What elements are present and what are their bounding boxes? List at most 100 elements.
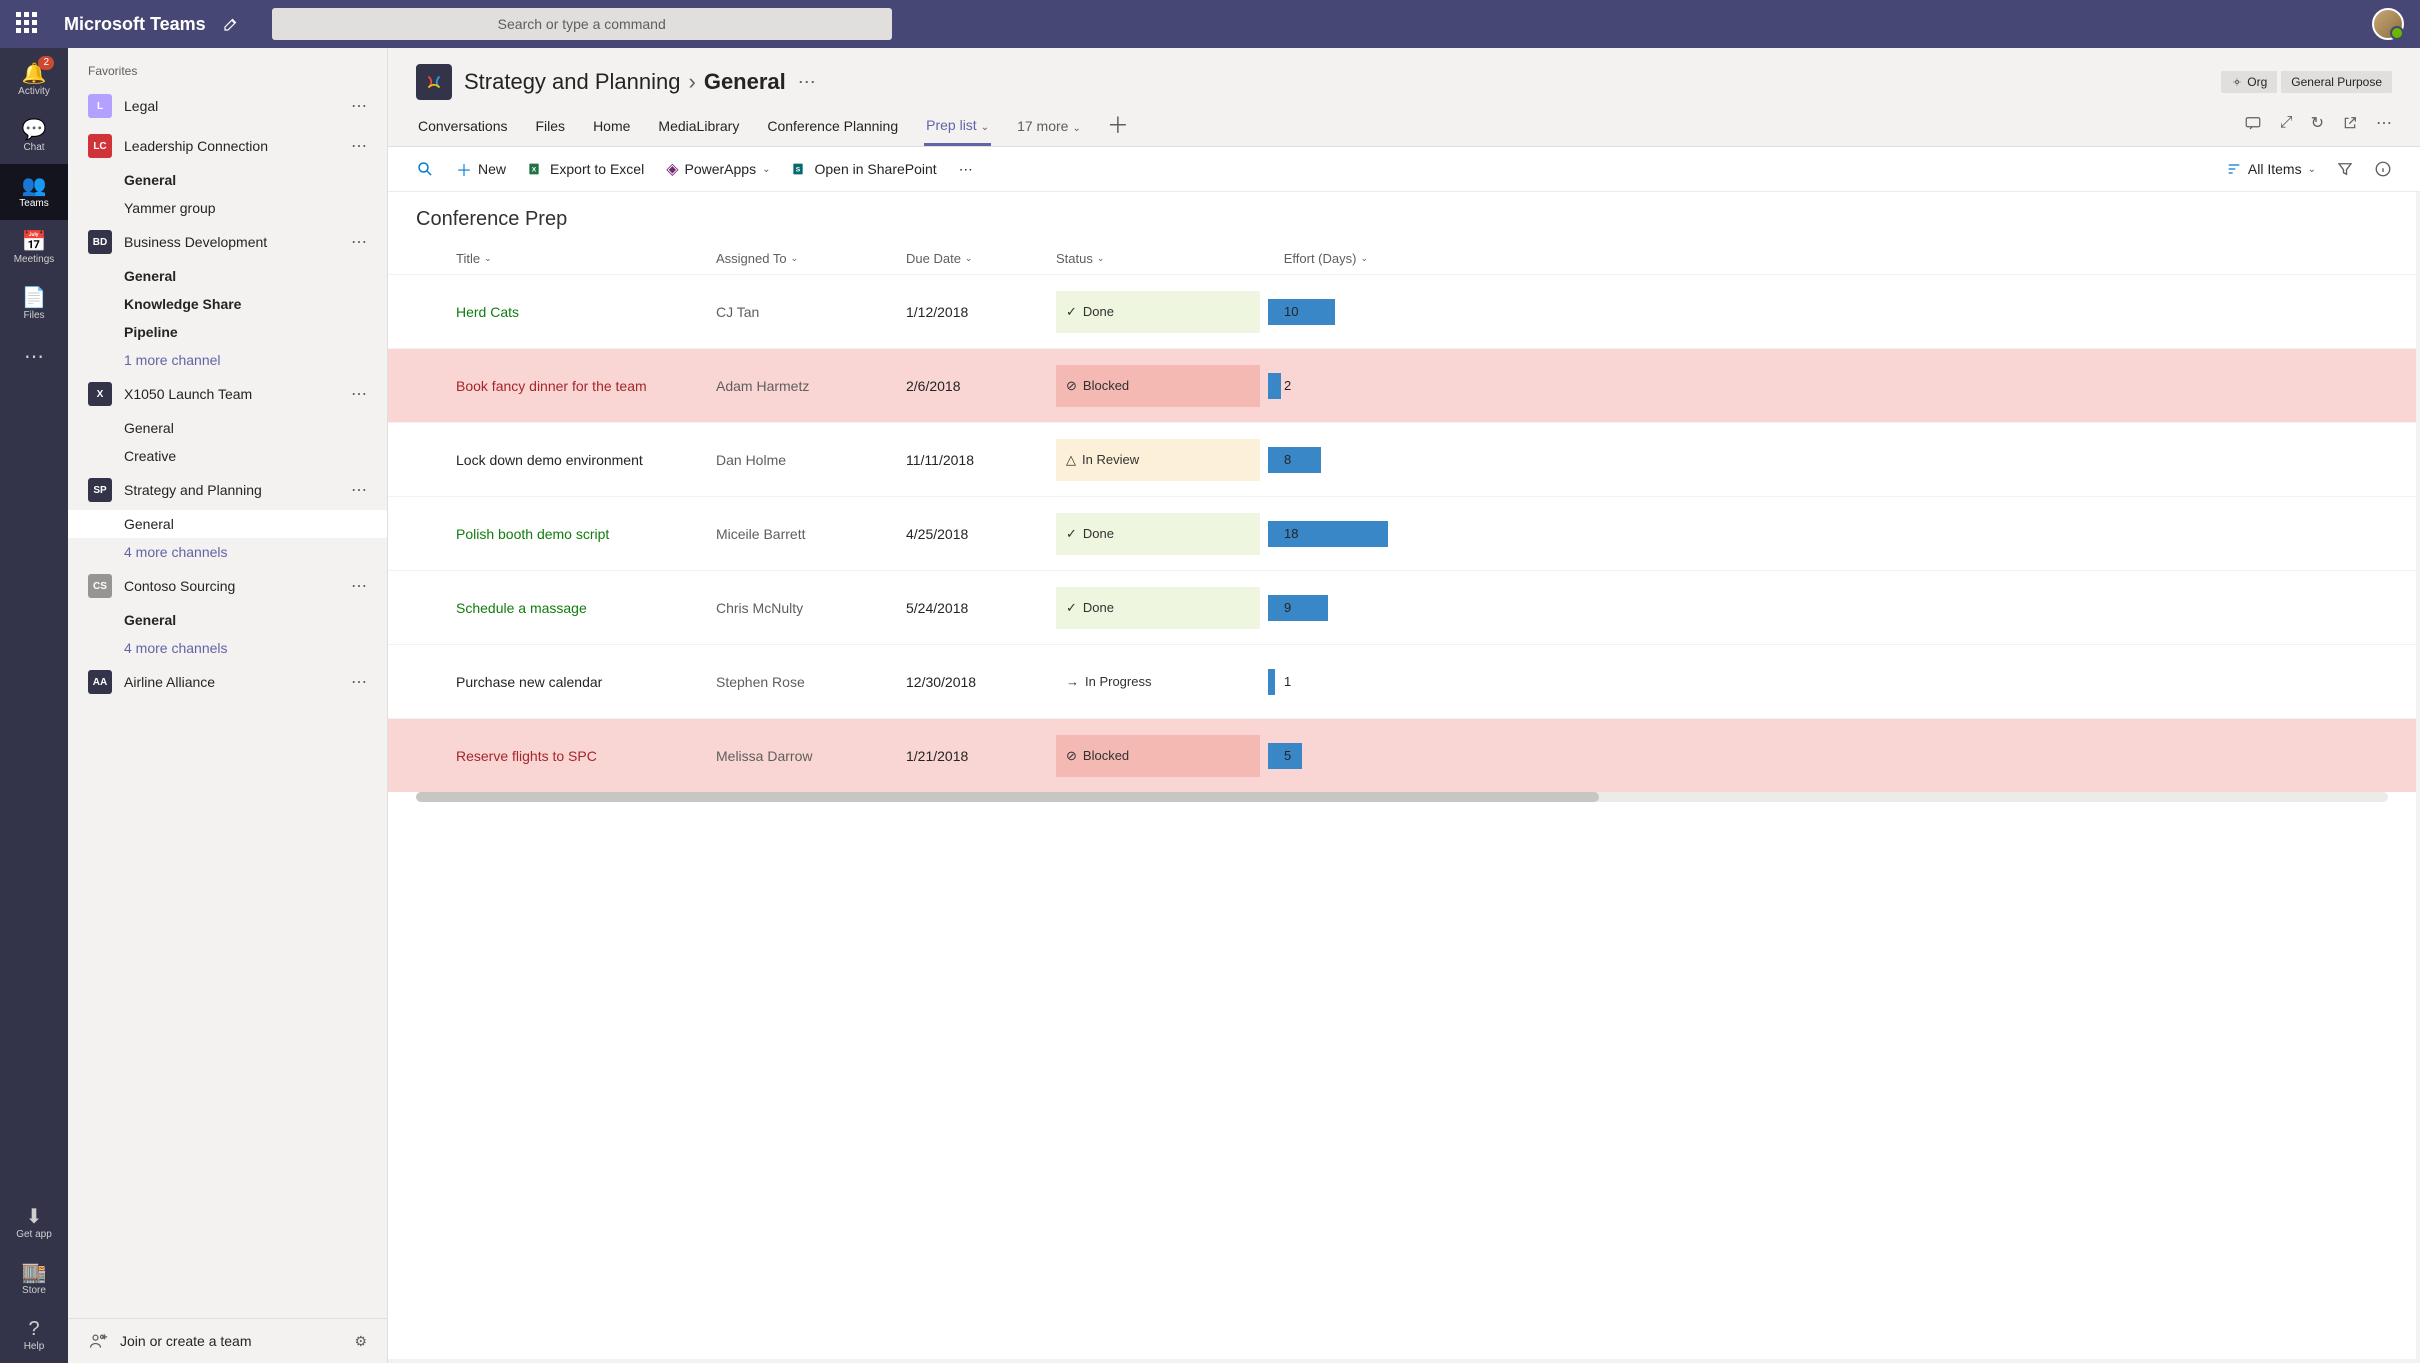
expand-icon[interactable]: ⤢ [2280, 114, 2293, 132]
list-row[interactable]: Lock down demo environmentDan Holme11/11… [388, 422, 2416, 496]
rail-teams[interactable]: 👥Teams [0, 164, 68, 220]
col-status[interactable]: Status⌄ [1048, 251, 1268, 266]
app-launcher-icon[interactable] [16, 12, 40, 36]
col-assigned[interactable]: Assigned To⌄ [708, 251, 898, 266]
list-row[interactable]: Book fancy dinner for the teamAdam Harme… [388, 348, 2416, 422]
compose-icon[interactable] [222, 15, 240, 33]
rail-chat[interactable]: 💬Chat [0, 108, 68, 164]
channel-more-icon[interactable]: ⋯ [798, 72, 816, 93]
col-effort[interactable]: Effort (Days)⌄ [1268, 251, 1388, 266]
team-more-icon[interactable]: ⋯ [351, 672, 367, 692]
team-more-icon[interactable]: ⋯ [351, 576, 367, 596]
rail-store[interactable]: 🏬Store [0, 1251, 68, 1307]
tab-home[interactable]: Home [591, 110, 632, 144]
tab-medialibrary[interactable]: MediaLibrary [656, 110, 741, 144]
refresh-icon[interactable]: ↻ [2311, 113, 2324, 133]
teams-panel: Favorites LLegal⋯LCLeadership Connection… [68, 48, 388, 1363]
cmdbar-more-icon[interactable]: ⋯ [959, 161, 973, 178]
row-status: ⊘Blocked [1056, 735, 1260, 777]
open-sharepoint-button[interactable]: S Open in SharePoint [792, 161, 936, 177]
row-effort: 2 [1268, 365, 1388, 407]
chat-icon: 💬 [22, 120, 47, 140]
view-selector[interactable]: All Items ⌄ [2226, 161, 2316, 177]
channel-general[interactable]: General [68, 510, 387, 538]
export-excel-button[interactable]: X Export to Excel [528, 161, 644, 177]
channel-header: Strategy and Planning › General ⋯ Org Ge… [388, 48, 2420, 100]
team-contoso-sourcing[interactable]: CSContoso Sourcing⋯ [68, 566, 387, 606]
channel-creative[interactable]: Creative [68, 442, 387, 470]
channel-4-more-channels[interactable]: 4 more channels [68, 634, 387, 662]
new-item-button[interactable]: ＋New [456, 157, 506, 181]
team-leadership-connection[interactable]: LCLeadership Connection⋯ [68, 126, 387, 166]
team-strategy-and-planning[interactable]: SPStrategy and Planning⋯ [68, 470, 387, 510]
rail-activity[interactable]: 2🔔Activity [0, 52, 68, 108]
join-create-team[interactable]: Join or create a team ⚙ [68, 1318, 387, 1363]
row-status: ✓Done [1056, 291, 1260, 333]
list-body: Conference Prep Title⌄ Assigned To⌄ Due … [388, 192, 2416, 1359]
rail-more-icon[interactable]: ⋯ [24, 332, 44, 381]
list-row[interactable]: Purchase new calendarStephen Rose12/30/2… [388, 644, 2416, 718]
channel-pipeline[interactable]: Pipeline [68, 318, 387, 346]
meetings-icon: 📅 [22, 232, 47, 252]
tab-17-more[interactable]: 17 more⌄ [1015, 110, 1083, 144]
col-due[interactable]: Due Date⌄ [898, 251, 1048, 266]
user-avatar[interactable] [2372, 8, 2404, 40]
breadcrumb-channel[interactable]: General [704, 69, 786, 95]
rail-files[interactable]: 📄Files [0, 276, 68, 332]
tab-prep-list[interactable]: Prep list⌄ [924, 109, 991, 146]
add-tab-button[interactable]: ＋ [1107, 108, 1129, 146]
list-row[interactable]: Schedule a massageChris McNulty5/24/2018… [388, 570, 2416, 644]
channel-general[interactable]: General [68, 166, 387, 194]
status-icon: ⊘ [1066, 748, 1077, 764]
channel-general[interactable]: General [68, 414, 387, 442]
powerapps-button[interactable]: ◈ PowerApps ⌄ [666, 159, 770, 179]
team-more-icon[interactable]: ⋯ [351, 480, 367, 500]
row-effort: 18 [1268, 513, 1388, 555]
team-more-icon[interactable]: ⋯ [351, 232, 367, 252]
tab-conversations[interactable]: Conversations [416, 110, 510, 144]
popout-icon[interactable] [2342, 115, 2358, 131]
search-placeholder: Search or type a command [498, 16, 666, 32]
row-status: ✓Done [1056, 513, 1260, 555]
team-x1050-launch-team[interactable]: XX1050 Launch Team⋯ [68, 374, 387, 414]
list-row[interactable]: Herd CatsCJ Tan1/12/2018✓Done10 [388, 274, 2416, 348]
app-title: Microsoft Teams [64, 14, 206, 35]
filter-icon[interactable] [2336, 160, 2354, 178]
team-airline-alliance[interactable]: AAAirline Alliance⋯ [68, 662, 387, 702]
team-more-icon[interactable]: ⋯ [351, 384, 367, 404]
tab-files[interactable]: Files [534, 110, 568, 144]
rail-meetings[interactable]: 📅Meetings [0, 220, 68, 276]
rail-get-app[interactable]: ⬇Get app [0, 1195, 68, 1251]
purpose-chip[interactable]: General Purpose [2281, 71, 2392, 93]
org-chip[interactable]: Org [2221, 71, 2277, 93]
channel-general[interactable]: General [68, 606, 387, 634]
info-icon[interactable] [2374, 160, 2392, 178]
settings-gear-icon[interactable]: ⚙ [354, 1333, 367, 1350]
rail-help[interactable]: ?Help [0, 1307, 68, 1363]
channel-knowledge-share[interactable]: Knowledge Share [68, 290, 387, 318]
channel-4-more-channels[interactable]: 4 more channels [68, 538, 387, 566]
col-title[interactable]: Title⌄ [448, 251, 708, 266]
channel-yammer-group[interactable]: Yammer group [68, 194, 387, 222]
search-input[interactable]: Search or type a command [272, 8, 892, 40]
search-list-icon[interactable] [416, 160, 434, 178]
team-legal[interactable]: LLegal⋯ [68, 86, 387, 126]
team-more-icon[interactable]: ⋯ [351, 136, 367, 156]
add-team-icon [88, 1331, 108, 1351]
horizontal-scrollbar[interactable] [416, 792, 2388, 802]
team-more-icon[interactable]: ⋯ [351, 96, 367, 116]
row-due: 1/21/2018 [898, 740, 1048, 772]
channel-general[interactable]: General [68, 262, 387, 290]
team-icon: L [88, 94, 112, 118]
tab-more-icon[interactable]: ⋯ [2376, 113, 2392, 133]
tab-conference-planning[interactable]: Conference Planning [765, 110, 900, 144]
reply-icon[interactable] [2244, 114, 2262, 132]
row-effort: 10 [1268, 291, 1388, 333]
files-icon: 📄 [22, 288, 47, 308]
list-row[interactable]: Reserve flights to SPCMelissa Darrow1/21… [388, 718, 2416, 792]
channel-1-more-channel[interactable]: 1 more channel [68, 346, 387, 374]
team-icon: SP [88, 478, 112, 502]
breadcrumb-team[interactable]: Strategy and Planning [464, 69, 681, 95]
list-row[interactable]: Polish booth demo scriptMiceile Barrett4… [388, 496, 2416, 570]
team-business-development[interactable]: BDBusiness Development⋯ [68, 222, 387, 262]
